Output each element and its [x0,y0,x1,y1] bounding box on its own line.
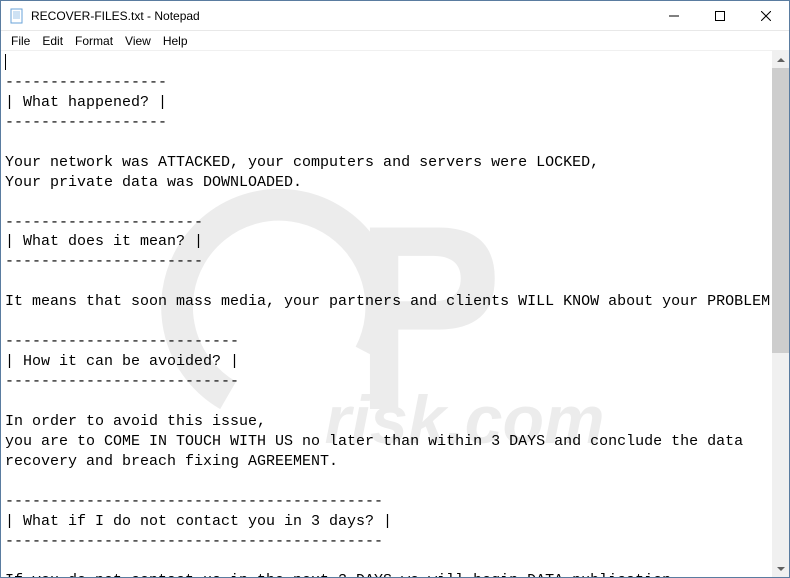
text-line: | How it can be avoided? | [5,352,768,372]
text-cursor [5,54,6,70]
content-wrapper: risk.com ------------------| What happen… [1,51,789,577]
text-line [5,53,768,73]
text-line: ---------------------- [5,252,768,272]
maximize-button[interactable] [697,1,743,30]
text-editor[interactable]: ------------------| What happened? |----… [1,51,772,577]
text-line [5,312,768,332]
text-line: ----------------------------------------… [5,492,768,512]
text-line: you are to COME IN TOUCH WITH US no late… [5,432,768,452]
text-line: | What happened? | [5,93,768,113]
text-line: ---------------------- [5,213,768,233]
text-line: -------------------------- [5,372,768,392]
text-line: It means that soon mass media, your part… [5,292,768,312]
text-line: Your network was ATTACKED, your computer… [5,153,768,173]
text-line [5,133,768,153]
text-line: ------------------ [5,113,768,133]
menu-file[interactable]: File [5,32,36,50]
title-bar: RECOVER-FILES.txt - Notepad [1,1,789,31]
text-line: ----------------------------------------… [5,532,768,552]
text-line: In order to avoid this issue, [5,412,768,432]
scroll-up-arrow[interactable] [772,51,789,68]
notepad-icon [9,8,25,24]
text-line: If you do not contact us in the next 3 D… [5,571,768,577]
scroll-thumb[interactable] [772,68,789,353]
close-button[interactable] [743,1,789,30]
menu-edit[interactable]: Edit [36,32,69,50]
text-line: recovery and breach fixing AGREEMENT. [5,452,768,472]
menu-view[interactable]: View [119,32,157,50]
text-line: Your private data was DOWNLOADED. [5,173,768,193]
text-line [5,193,768,213]
window-controls [651,1,789,30]
menu-help[interactable]: Help [157,32,194,50]
text-line: -------------------------- [5,332,768,352]
window-title: RECOVER-FILES.txt - Notepad [31,9,651,23]
text-line [5,472,768,492]
text-line: | What does it mean? | [5,232,768,252]
text-line [5,392,768,412]
text-line [5,272,768,292]
menu-bar: File Edit Format View Help [1,31,789,51]
vertical-scrollbar[interactable] [772,51,789,577]
scroll-track[interactable] [772,68,789,560]
minimize-button[interactable] [651,1,697,30]
text-line: ------------------ [5,73,768,93]
text-line: | What if I do not contact you in 3 days… [5,512,768,532]
menu-format[interactable]: Format [69,32,119,50]
text-line [5,551,768,571]
scroll-down-arrow[interactable] [772,560,789,577]
